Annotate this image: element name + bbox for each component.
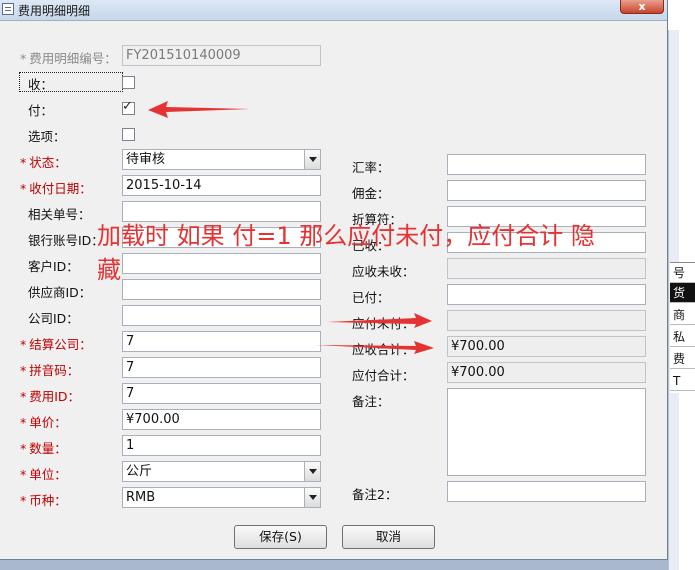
arrow-to-payable-unpaid xyxy=(327,313,432,328)
annotation-arrows xyxy=(148,101,434,354)
arrow-to-payable-total xyxy=(316,341,434,354)
arrow-to-pay-checkbox xyxy=(148,101,250,118)
